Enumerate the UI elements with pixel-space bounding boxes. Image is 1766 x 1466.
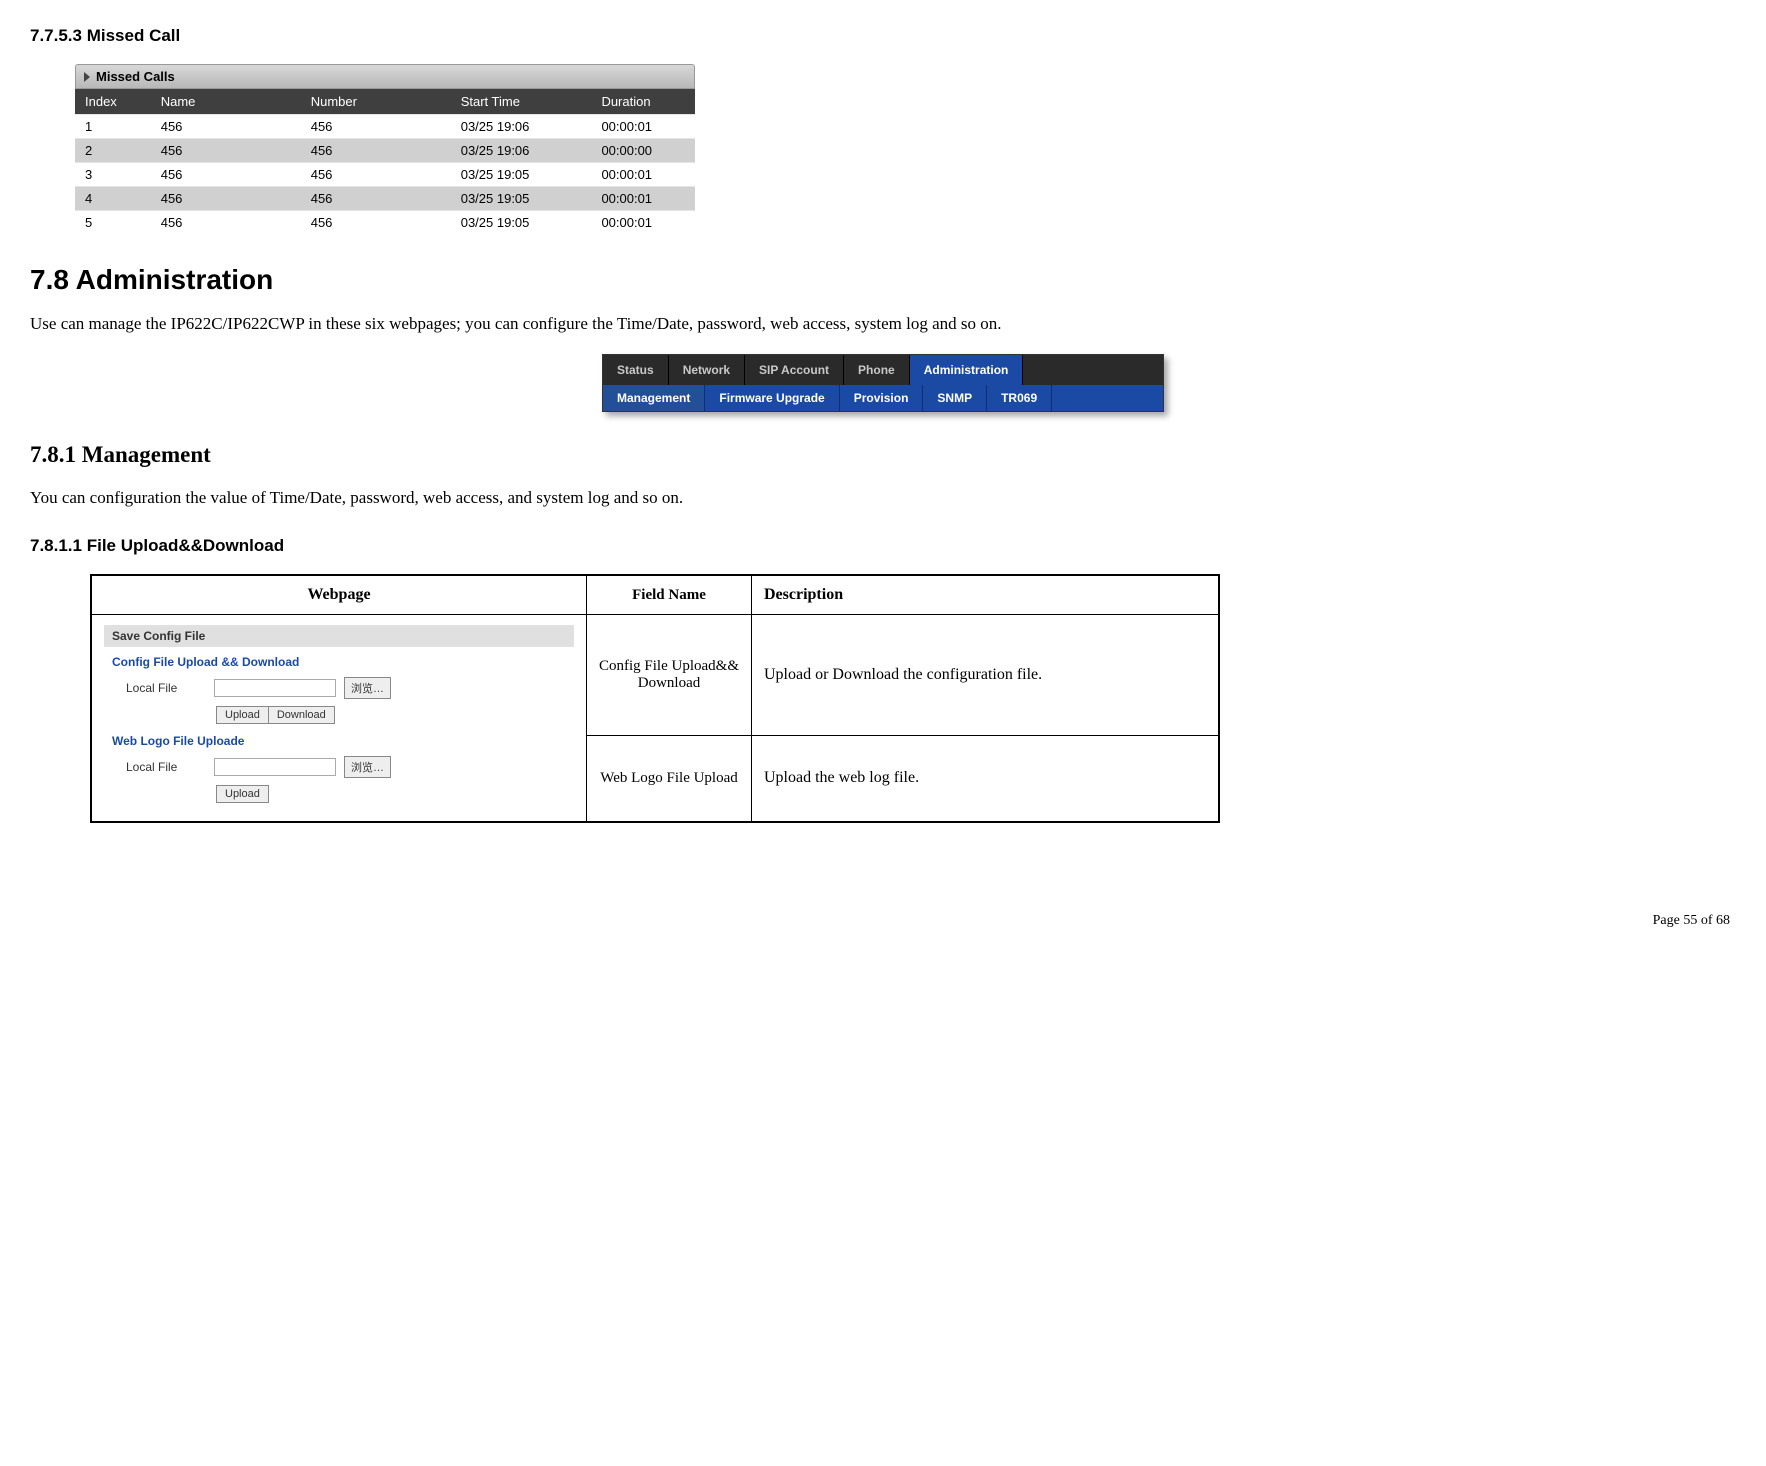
table-cell: 03/25 19:05 [451,215,592,230]
desc-weblogo: Upload the web log file. [752,735,1220,822]
table-cell: 456 [301,167,451,182]
para-7-8-1: You can configuration the value of Time/… [30,488,1736,508]
heading-7-8-1-1: 7.8.1.1 File Upload&&Download [30,536,1736,556]
table-cell: 456 [301,119,451,134]
table-row: 345645603/25 19:0500:00:01 [75,162,695,186]
upload-button-2[interactable]: Upload [216,785,269,803]
save-config-screenshot: Save Config File Config File Upload && D… [104,625,574,811]
th-webpage: Webpage [91,575,587,615]
nav-top-row: Status Network SIP Account Phone Adminis… [603,355,1163,385]
table-cell: 03/25 19:06 [451,143,592,158]
table-row: 545645603/25 19:0500:00:01 [75,210,695,234]
table-cell: 03/25 19:05 [451,191,592,206]
logo-file-input[interactable] [214,758,336,776]
heading-7-7-5-3: 7.7.5.3 Missed Call [30,26,1736,46]
missed-calls-screenshot: Missed Calls Index Name Number Start Tim… [75,64,695,234]
local-file-label-2: Local File [126,760,206,774]
desc-config-upload: Upload or Download the configuration fil… [752,615,1220,736]
table-cell: 5 [75,215,151,230]
heading-7-8-1: 7.8.1 Management [30,442,1736,468]
table-cell: 00:00:01 [591,191,695,206]
weblogo-subtitle: Web Logo File Uploade [104,732,574,754]
table-cell: 456 [301,191,451,206]
table-cell: 3 [75,167,151,182]
col-name: Name [151,94,301,109]
config-upload-subtitle: Config File Upload && Download [104,653,574,675]
nav-top-sip[interactable]: SIP Account [745,355,844,385]
file-upload-table: Webpage Field Name Description Save Conf… [90,574,1220,823]
table-cell: 456 [151,215,301,230]
table-cell: 456 [151,191,301,206]
table-cell: 456 [301,143,451,158]
field-config-upload: Config File Upload&& Download [587,615,752,736]
nav-top-status[interactable]: Status [603,355,669,385]
nav-top-phone[interactable]: Phone [844,355,910,385]
table-cell: 456 [151,119,301,134]
missed-calls-titlebar: Missed Calls [75,64,695,89]
collapse-arrow-icon [84,72,90,82]
config-localfile-row: Local File 浏览… [104,675,574,703]
para-7-8: Use can manage the IP622C/IP622CWP in th… [30,314,1736,334]
admin-nav-screenshot: Status Network SIP Account Phone Adminis… [602,354,1164,412]
table-cell: 456 [151,143,301,158]
missed-calls-title: Missed Calls [96,69,175,84]
table-row: 145645603/25 19:0600:00:01 [75,114,695,138]
table-cell: 4 [75,191,151,206]
table-cell: 03/25 19:05 [451,167,592,182]
nav-sub-management[interactable]: Management [603,385,705,411]
table-cell: 2 [75,143,151,158]
nav-top-network[interactable]: Network [669,355,745,385]
table-cell: 00:00:01 [591,119,695,134]
table-cell: 1 [75,119,151,134]
webpage-screenshot-cell: Save Config File Config File Upload && D… [91,615,587,823]
table-row: 445645603/25 19:0500:00:01 [75,186,695,210]
local-file-label-1: Local File [126,681,206,695]
col-index: Index [75,94,151,109]
nav-sub-tr069[interactable]: TR069 [987,385,1052,411]
nav-top-admin[interactable]: Administration [910,355,1024,385]
page-footer: Page 55 of 68 [30,913,1736,929]
upload-button-1[interactable]: Upload [216,706,269,724]
th-desc: Description [752,575,1220,615]
table-cell: 00:00:01 [591,167,695,182]
nav-sub-snmp[interactable]: SNMP [923,385,987,411]
table-cell: 00:00:00 [591,143,695,158]
table-cell: 00:00:01 [591,215,695,230]
heading-7-8: 7.8 Administration [30,264,1736,296]
browse-button-2[interactable]: 浏览… [344,756,391,778]
th-field: Field Name [587,575,752,615]
nav-sub-row: Management Firmware Upgrade Provision SN… [603,385,1163,411]
browse-button-1[interactable]: 浏览… [344,677,391,699]
table-row: 245645603/25 19:0600:00:00 [75,138,695,162]
save-config-title: Save Config File [104,625,574,647]
config-file-input[interactable] [214,679,336,697]
table-cell: 456 [301,215,451,230]
download-button[interactable]: Download [269,706,335,724]
col-number: Number [301,94,451,109]
col-dur: Duration [591,94,695,109]
table-cell: 03/25 19:06 [451,119,592,134]
logo-localfile-row: Local File 浏览… [104,754,574,782]
col-start: Start Time [451,94,592,109]
table-cell: 456 [151,167,301,182]
field-weblogo: Web Logo File Upload [587,735,752,822]
nav-sub-provision[interactable]: Provision [840,385,924,411]
nav-sub-firmware[interactable]: Firmware Upgrade [705,385,839,411]
missed-calls-header-row: Index Name Number Start Time Duration [75,89,695,114]
